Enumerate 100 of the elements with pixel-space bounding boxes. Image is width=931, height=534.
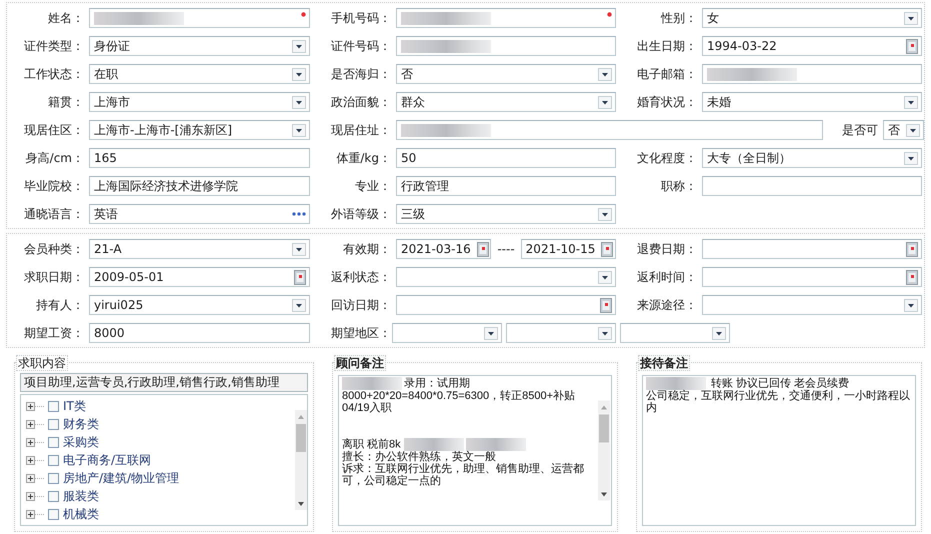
panel-title: 求职内容 <box>16 355 68 371</box>
dropdown[interactable]: 未婚 <box>702 92 922 112</box>
text-field[interactable]: 165 <box>89 148 310 168</box>
calendar-icon[interactable] <box>906 38 918 54</box>
calendar-icon[interactable] <box>906 270 918 284</box>
tree-item[interactable]: 服装类 <box>26 487 295 505</box>
field-label: 来源途径： <box>636 296 697 314</box>
text-field[interactable] <box>702 176 922 196</box>
tree-item[interactable]: 机械类 <box>26 505 295 523</box>
field-label: 工作状态： <box>23 66 84 82</box>
field-label: 手机号码： <box>330 10 391 26</box>
dropdown[interactable]: 群众 <box>396 92 616 112</box>
field-label: 体重/kg： <box>335 150 391 166</box>
text-field[interactable] <box>89 8 310 28</box>
field-label: 期望工资： <box>23 324 84 342</box>
dropdown[interactable]: yirui025 <box>89 295 310 315</box>
text-field[interactable]: 行政管理 <box>396 176 616 196</box>
dropdown[interactable]: 身份证 <box>89 36 310 56</box>
dropdown[interactable]: 上海市-上海市-[浦东新区] <box>89 120 310 140</box>
field-label: 现居住区： <box>23 122 84 138</box>
note-text: 擅长：办公软件熟练，英文一般 <box>342 451 496 463</box>
panel-title: 顾问备注 <box>334 355 386 371</box>
blurred-text <box>646 377 706 390</box>
calendar-icon[interactable] <box>906 242 918 256</box>
field-label: 出生日期： <box>636 38 697 54</box>
blurred-text <box>466 438 526 451</box>
blurred-text <box>342 377 402 390</box>
calendar-icon[interactable] <box>294 270 306 284</box>
text-field[interactable]: 8000 <box>89 323 310 343</box>
calendar-icon[interactable] <box>600 298 612 312</box>
lookup-field[interactable]: 英语 <box>89 204 310 224</box>
note-text: 转账 协议已回传 老会员续费 <box>710 377 850 390</box>
field-label: 是否可 <box>841 122 878 138</box>
expand-icon[interactable] <box>26 420 44 428</box>
field-label: 证件号码： <box>330 38 391 54</box>
date-field[interactable] <box>396 295 616 315</box>
checkbox[interactable] <box>48 472 59 484</box>
dropdown[interactable]: 在职 <box>89 64 310 84</box>
dropdown[interactable]: 否 <box>396 64 616 84</box>
more-dots-icon[interactable] <box>292 212 306 216</box>
dropdown[interactable]: 否 <box>883 120 924 140</box>
text-field[interactable]: 上海国际经济技术进修学院 <box>89 176 310 196</box>
date-field[interactable] <box>702 267 922 287</box>
date-field[interactable]: 2021-03-16 <box>396 239 492 259</box>
blurred-text <box>404 438 464 451</box>
field-label: 返利状态： <box>330 268 391 286</box>
text-field[interactable] <box>702 64 922 84</box>
field-label: 外语等级： <box>330 206 391 222</box>
expand-icon[interactable] <box>26 456 44 464</box>
checkbox[interactable] <box>48 454 59 466</box>
field-label: 求职日期： <box>23 268 84 286</box>
checkbox[interactable] <box>48 508 59 520</box>
checkbox[interactable] <box>48 490 59 502</box>
field-label: 婚育状况： <box>636 94 697 110</box>
dropdown[interactable]: 三级 <box>396 204 616 224</box>
tree-item[interactable]: 电子商务/互联网 <box>26 451 295 469</box>
date-field[interactable]: 1994-03-22 <box>702 36 922 56</box>
expand-icon[interactable] <box>26 510 44 518</box>
note-text: 公司稳定，互联网行业优先，交通便利，一小时路程以内 <box>646 390 910 414</box>
note-text: 诉求：互联网行业优先，助理、销售助理、运营都可，公司稳定一点的 <box>342 463 584 487</box>
notes-textarea[interactable]: 录用：试用期 8000+20*20=8400*0.75=6300，转正8500+补贴 04/19入职 离职 税前8k 擅长：办公软件熟练，英文一般 诉求：互联网行业优先，助理、销售助理、运营都可，公司稳定一点的 <box>338 375 612 526</box>
tree-item[interactable]: IT类 <box>26 397 295 415</box>
text-field[interactable] <box>396 36 616 56</box>
field-label: 会员种类： <box>23 240 84 258</box>
note-text: 离职 税前8k <box>342 438 402 450</box>
expand-icon[interactable] <box>26 492 44 500</box>
field-label: 政治面貌： <box>330 94 391 110</box>
text-field[interactable] <box>396 8 616 28</box>
date-field[interactable] <box>702 239 922 259</box>
text-field[interactable] <box>396 120 823 140</box>
tree-item[interactable]: 房地产/建筑/物业管理 <box>26 469 295 487</box>
date-field[interactable]: 2021-10-15 <box>520 239 616 259</box>
checkbox[interactable] <box>48 400 59 412</box>
dropdown[interactable]: 21-A <box>89 239 310 259</box>
tree-item[interactable]: 采购类 <box>26 433 295 451</box>
expand-icon[interactable] <box>26 474 44 482</box>
checkbox[interactable] <box>48 418 59 430</box>
calendar-icon[interactable] <box>476 242 489 256</box>
date-field[interactable]: 2009-05-01 <box>89 267 310 287</box>
dropdown[interactable]: 上海市 <box>89 92 310 112</box>
note-text: 录用：试用期 <box>404 377 470 390</box>
field-label: 是否海归： <box>330 66 391 82</box>
field-label: 职称： <box>660 178 697 194</box>
expand-icon[interactable] <box>26 402 44 410</box>
field-label: 现居住址： <box>330 122 391 138</box>
field-label: 期望地区： <box>330 324 391 342</box>
dropdown[interactable]: 女 <box>702 8 922 28</box>
field-label: 专业： <box>354 178 391 194</box>
checkbox[interactable] <box>48 436 59 448</box>
field-label: 有效期： <box>342 240 391 258</box>
field-label: 电子邮箱： <box>636 66 697 82</box>
panel-title: 接待备注 <box>638 355 690 371</box>
text-field[interactable]: 50 <box>396 148 616 168</box>
expand-icon[interactable] <box>26 438 44 446</box>
dropdown[interactable]: 大专（全日制） <box>702 148 922 168</box>
field-label: 毕业院校： <box>23 178 84 194</box>
tree-item[interactable]: 财务类 <box>26 415 295 433</box>
notes-textarea[interactable]: 转账 协议已回传 老会员续费 公司稳定，互联网行业优先，交通便利，一小时路程以内 <box>642 375 916 526</box>
text-field[interactable]: 项目助理,运营专员,行政助理,销售行政,销售助理 <box>20 373 308 392</box>
calendar-icon[interactable] <box>601 242 614 256</box>
